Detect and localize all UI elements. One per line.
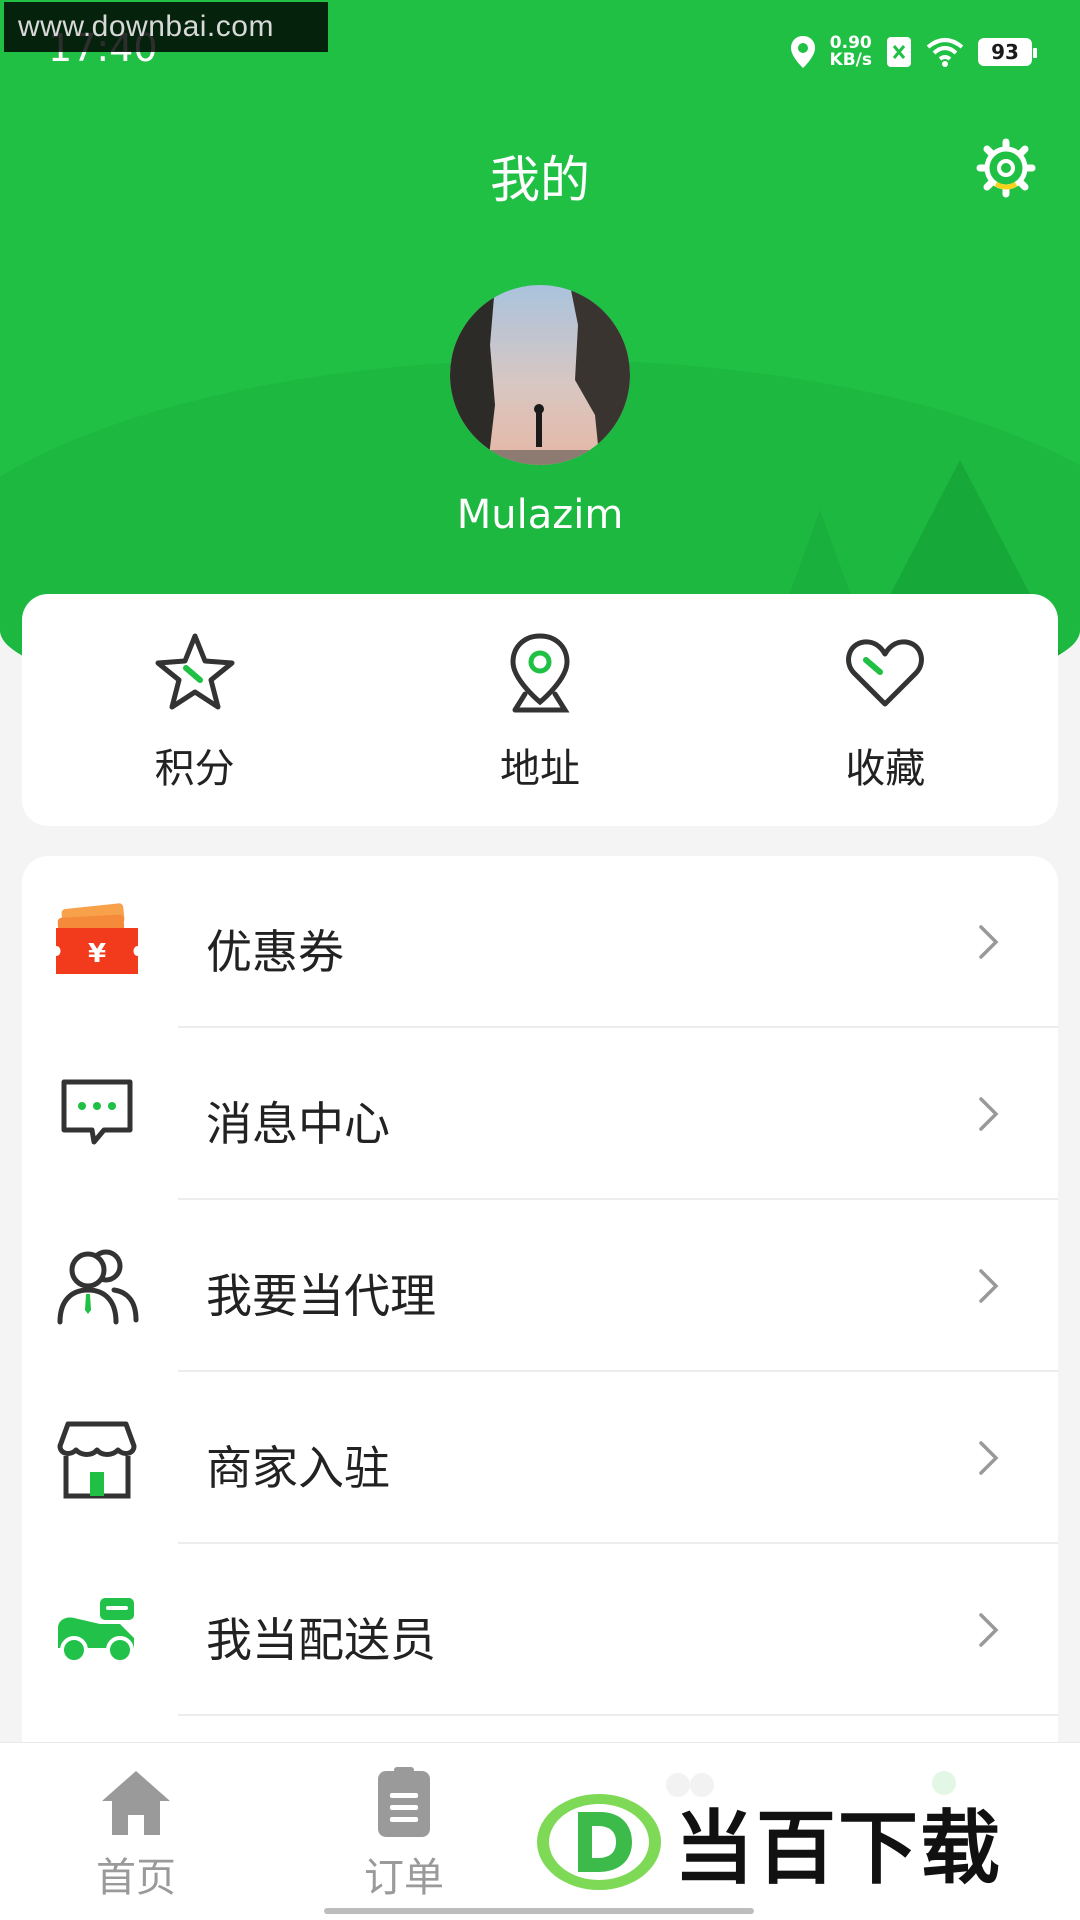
battery-indicator: 93 [978, 38, 1037, 66]
home-indicator[interactable] [324, 1908, 754, 1914]
quick-action-favorites[interactable]: 收藏 [713, 594, 1058, 826]
chevron-right-icon [979, 1269, 999, 1303]
location-status-icon [790, 36, 815, 68]
menu-list: ¥ 优惠券 消息中心 我要当代理 商家入驻 我当配送员 [22, 856, 1058, 1756]
page-title: 我的 [490, 151, 590, 209]
order-icon [378, 1767, 430, 1837]
nav-label: 订单 [364, 1855, 444, 1901]
menu-item-label: 我当配送员 [206, 1613, 436, 1667]
home-icon [102, 1771, 170, 1835]
menu-item-label: 优惠券 [206, 925, 344, 979]
chevron-right-icon [979, 925, 999, 959]
menu-item-label: 我要当代理 [206, 1269, 436, 1323]
net-speed-unit: KB/s [829, 50, 872, 70]
menu-item-coupons[interactable]: ¥ 优惠券 [22, 856, 1058, 1028]
wifi-icon [926, 38, 964, 67]
avatar-photo [450, 285, 630, 465]
menu-item-label: 消息中心 [206, 1097, 390, 1151]
message-icon [61, 1079, 133, 1145]
status-icons: 0.90 KB/s 93 [790, 30, 1037, 74]
download-site-logo-overlay: 当百下载 [536, 1792, 1066, 1895]
quick-actions-card: 积分 地址 收藏 [22, 594, 1058, 826]
star-icon [155, 633, 235, 710]
menu-item-courier[interactable]: 我当配送员 [22, 1544, 1058, 1716]
menu-item-messages[interactable]: 消息中心 [22, 1028, 1058, 1200]
username: Mulazim [456, 492, 624, 538]
heart-icon [846, 639, 925, 707]
downbai-logo-icon [537, 1794, 661, 1890]
chevron-right-icon [979, 1097, 999, 1131]
sim-status-icon [887, 37, 911, 67]
agent-icon [57, 1249, 139, 1325]
menu-item-merchant[interactable]: 商家入驻 [22, 1372, 1058, 1544]
menu-divider [178, 1714, 1058, 1716]
quick-action-label: 积分 [154, 746, 235, 792]
settings-gear-icon[interactable] [976, 138, 1036, 198]
nav-item-orders[interactable]: 订单 [324, 1765, 484, 1903]
net-speed: 0.90 KB/s [830, 35, 872, 69]
downbai-logo-text: 当百下载 [674, 1802, 1002, 1895]
quick-action-address[interactable]: 地址 [367, 594, 712, 826]
menu-item-agent[interactable]: 我要当代理 [22, 1200, 1058, 1372]
svg-text:¥: ¥ [88, 939, 106, 969]
nav-label: 首页 [96, 1855, 176, 1901]
quick-action-label: 地址 [499, 746, 580, 792]
quick-action-label: 收藏 [845, 746, 926, 792]
nav-item-home[interactable]: 首页 [56, 1765, 216, 1903]
quick-action-points[interactable]: 积分 [22, 594, 367, 826]
courier-icon [58, 1598, 134, 1664]
location-pin-icon [510, 633, 570, 713]
coupon-icon: ¥ [56, 903, 138, 974]
store-icon [57, 1421, 137, 1499]
chevron-right-icon [979, 1613, 999, 1647]
menu-item-label: 商家入驻 [206, 1441, 390, 1495]
watermark-overlay: www.downbai.com [4, 2, 328, 52]
user-avatar[interactable] [450, 285, 630, 465]
chevron-right-icon [979, 1441, 999, 1475]
